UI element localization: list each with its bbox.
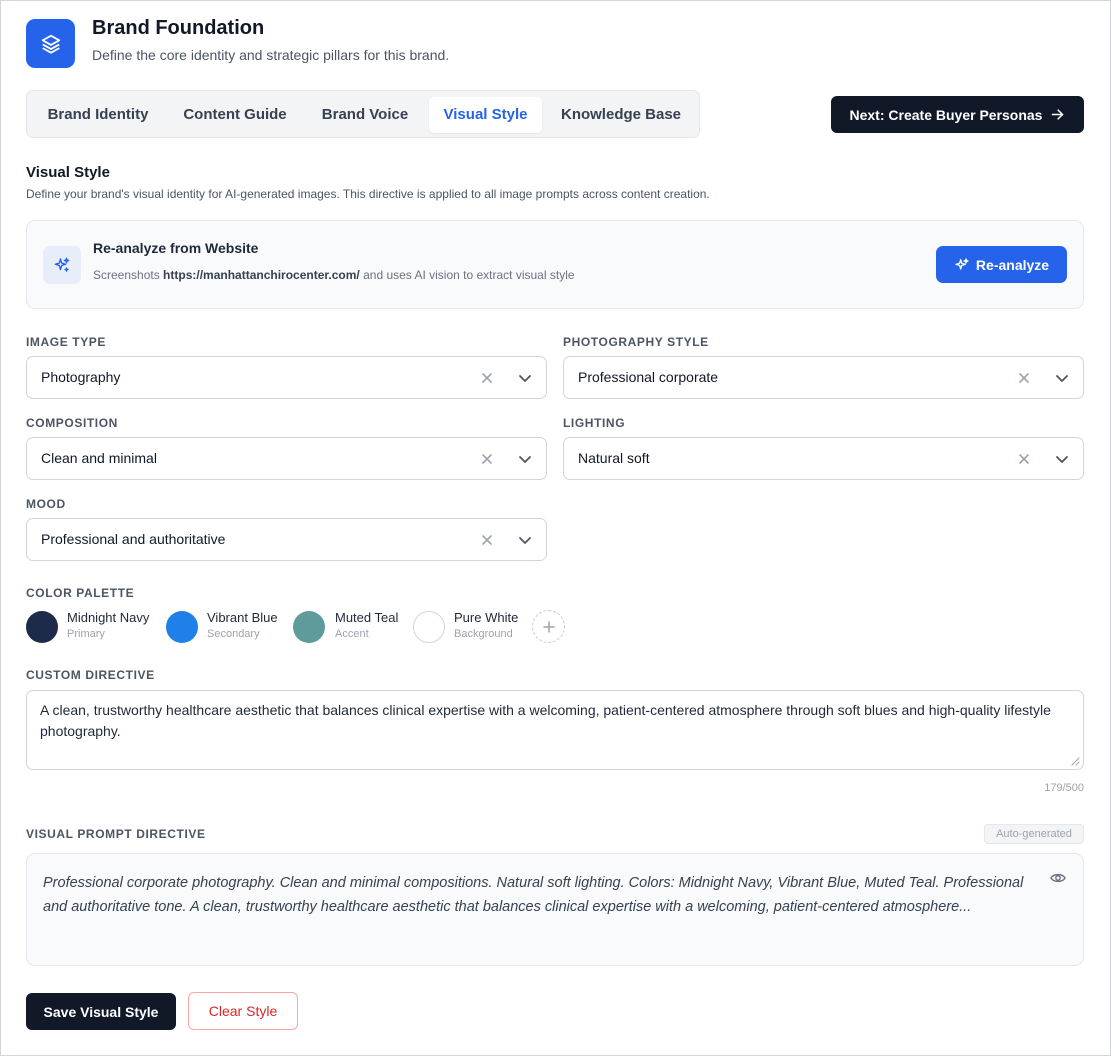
- layers-icon: [26, 19, 75, 68]
- tab-visual-style[interactable]: Visual Style: [429, 97, 542, 133]
- reanalyze-title: Re-analyze from Website: [93, 240, 259, 256]
- mood-select[interactable]: Professional and authoritative: [26, 518, 547, 561]
- lighting-label: LIGHTING: [563, 416, 626, 430]
- clear-style-button[interactable]: Clear Style: [188, 992, 298, 1030]
- eye-icon[interactable]: [1050, 871, 1066, 885]
- auto-generated-badge: Auto-generated: [984, 824, 1084, 844]
- visual-prompt-directive-label: VISUAL PROMPT DIRECTIVE: [26, 827, 206, 841]
- plus-icon: [542, 620, 555, 633]
- reanalyze-description: Screenshots https://manhattanchirocenter…: [93, 268, 575, 282]
- clear-icon[interactable]: [478, 531, 496, 549]
- visual-prompt-box: Professional corporate photography. Clea…: [26, 853, 1084, 966]
- color-swatch-midnight-navy[interactable]: [26, 611, 58, 643]
- color-name: Muted Teal: [335, 610, 399, 625]
- reanalyze-card: Re-analyze from Website Screenshots http…: [26, 220, 1084, 309]
- add-color-button[interactable]: [532, 610, 565, 643]
- chevron-down-icon[interactable]: [1053, 369, 1071, 387]
- tab-content-guide[interactable]: Content Guide: [169, 97, 301, 133]
- color-palette-label: COLOR PALETTE: [26, 586, 135, 600]
- photography-style-label: PHOTOGRAPHY STYLE: [563, 335, 709, 349]
- reanalyze-desc-suffix: and uses AI vision to extract visual sty…: [363, 268, 575, 282]
- mood-label: MOOD: [26, 497, 66, 511]
- chevron-down-icon[interactable]: [516, 450, 534, 468]
- chevron-down-icon[interactable]: [516, 369, 534, 387]
- reanalyze-url: https://manhattanchirocenter.com/: [163, 268, 360, 282]
- mood-value: Professional and authoritative: [41, 531, 226, 547]
- clear-icon[interactable]: [1015, 450, 1033, 468]
- custom-directive-value: A clean, trustworthy healthcare aestheti…: [40, 702, 1051, 739]
- lighting-select[interactable]: Natural soft: [563, 437, 1084, 480]
- color-role: Secondary: [207, 628, 260, 640]
- clear-icon[interactable]: [478, 450, 496, 468]
- arrow-right-icon: [1052, 109, 1064, 120]
- lighting-value: Natural soft: [578, 450, 650, 466]
- reanalyze-button[interactable]: Re-analyze: [936, 246, 1067, 283]
- image-type-select[interactable]: Photography: [26, 356, 547, 399]
- tab-knowledge-base[interactable]: Knowledge Base: [548, 97, 694, 133]
- sparkles-icon: [43, 246, 81, 284]
- clear-icon[interactable]: [478, 369, 496, 387]
- section-description: Define your brand's visual identity for …: [26, 187, 710, 201]
- character-count: 179/500: [1044, 782, 1084, 794]
- image-type-label: IMAGE TYPE: [26, 335, 107, 349]
- image-type-value: Photography: [41, 369, 121, 385]
- page-title: Brand Foundation: [92, 17, 265, 39]
- tab-bar: Brand Identity Content Guide Brand Voice…: [26, 90, 700, 138]
- chevron-down-icon[interactable]: [1053, 450, 1071, 468]
- visual-prompt-text: Professional corporate photography. Clea…: [43, 875, 1024, 915]
- color-role: Background: [454, 628, 513, 640]
- chevron-down-icon[interactable]: [516, 531, 534, 549]
- color-name: Vibrant Blue: [207, 610, 278, 625]
- composition-select[interactable]: Clean and minimal: [26, 437, 547, 480]
- photography-style-value: Professional corporate: [578, 369, 719, 385]
- custom-directive-label: CUSTOM DIRECTIVE: [26, 668, 155, 682]
- color-name: Midnight Navy: [67, 610, 150, 625]
- sparkles-icon: [955, 257, 969, 270]
- tab-brand-voice[interactable]: Brand Voice: [307, 97, 423, 133]
- color-swatch-pure-white[interactable]: [413, 611, 445, 643]
- resize-handle-icon[interactable]: [1071, 757, 1080, 766]
- next-create-buyer-personas-button[interactable]: Next: Create Buyer Personas: [831, 96, 1084, 133]
- color-swatch-vibrant-blue[interactable]: [166, 611, 198, 643]
- composition-value: Clean and minimal: [41, 450, 157, 466]
- color-role: Primary: [67, 628, 105, 640]
- next-button-label: Next: Create Buyer Personas: [849, 106, 1043, 123]
- color-role: Accent: [335, 628, 369, 640]
- custom-directive-textarea[interactable]: A clean, trustworthy healthcare aestheti…: [26, 690, 1084, 770]
- page-subtitle: Define the core identity and strategic p…: [92, 47, 450, 63]
- tab-brand-identity[interactable]: Brand Identity: [33, 97, 163, 133]
- reanalyze-desc-prefix: Screenshots: [93, 268, 160, 282]
- photography-style-select[interactable]: Professional corporate: [563, 356, 1084, 399]
- clear-icon[interactable]: [1015, 369, 1033, 387]
- save-visual-style-button[interactable]: Save Visual Style: [26, 993, 176, 1030]
- color-name: Pure White: [454, 610, 519, 625]
- section-title: Visual Style: [26, 164, 110, 181]
- composition-label: COMPOSITION: [26, 416, 118, 430]
- color-swatch-muted-teal[interactable]: [293, 611, 325, 643]
- reanalyze-button-label: Re-analyze: [975, 256, 1050, 273]
